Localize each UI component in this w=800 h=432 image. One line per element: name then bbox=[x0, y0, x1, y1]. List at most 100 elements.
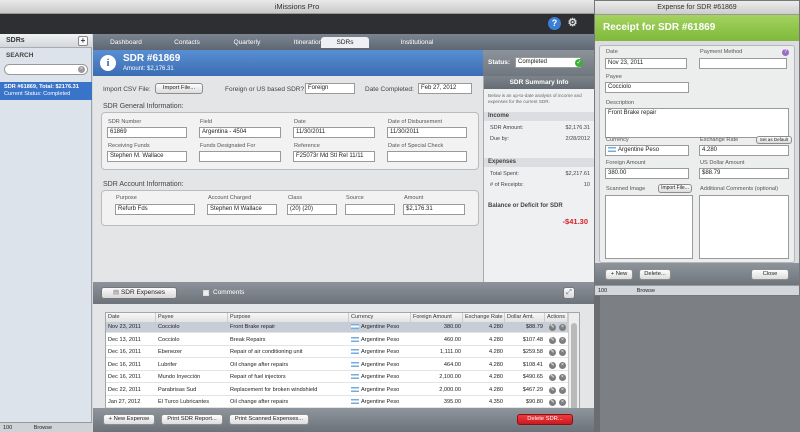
table-row[interactable]: Dec 16, 2011 Ebenezer Repair of air condit… bbox=[106, 347, 568, 358]
help-icon[interactable]: ? bbox=[548, 17, 561, 30]
exchange-rate-field[interactable]: 4.280 bbox=[699, 145, 789, 156]
col-dollar[interactable]: Dollar Amt. bbox=[505, 313, 545, 322]
set-default-button[interactable]: Set as Default bbox=[756, 136, 792, 144]
sdr-detail: i SDR #61869 Amount: $2,176.31 Status: C… bbox=[93, 50, 594, 432]
special-check-field[interactable] bbox=[387, 151, 467, 162]
col-rate[interactable]: Exchange Rate bbox=[463, 313, 505, 322]
table-row[interactable]: Dec 16, 2011 Mundo Inyección Repair of fue… bbox=[106, 372, 568, 383]
new-expense-button[interactable]: + New Expense bbox=[103, 414, 155, 425]
delete-icon[interactable]: × bbox=[559, 399, 566, 406]
tab-institutional[interactable]: Institutional bbox=[389, 37, 445, 48]
receiving-funds-field[interactable]: Stephen M. Wallace bbox=[107, 151, 187, 162]
source-field[interactable] bbox=[345, 204, 395, 215]
new-receipt-button[interactable]: + New bbox=[605, 269, 633, 280]
cell-value: Mundo Inyección bbox=[158, 374, 201, 380]
receipt-date-field[interactable]: Nov 23, 2011 bbox=[605, 58, 687, 69]
comments-checkbox-icon[interactable] bbox=[203, 290, 209, 296]
date-completed-field[interactable]: Feb 27, 2012 bbox=[418, 83, 472, 94]
tab-dashboard[interactable]: Dashboard bbox=[101, 37, 151, 48]
import-image-button[interactable]: Import File... bbox=[658, 184, 692, 193]
comments-field[interactable] bbox=[699, 195, 789, 259]
col-foreign[interactable]: Foreign Amount bbox=[411, 313, 463, 322]
delete-icon[interactable]: × bbox=[559, 386, 566, 394]
cell-value: Dec 16, 2011 bbox=[108, 374, 141, 380]
reference-field[interactable]: F25073r Md Stl Rel 11/11 bbox=[293, 151, 375, 162]
delete-sdr-button[interactable]: Delete SDR... bbox=[517, 414, 573, 425]
expand-icon[interactable]: ⤢ bbox=[563, 287, 575, 299]
purpose-field[interactable]: Refurb Fds bbox=[115, 204, 195, 215]
col-payee[interactable]: Payee bbox=[156, 313, 228, 322]
delete-icon[interactable]: × bbox=[559, 374, 566, 381]
zoom-level[interactable]: 100 bbox=[3, 425, 12, 431]
print-scanned-button[interactable]: Print Scanned Expenses... bbox=[229, 414, 309, 425]
balance-label: Balance or Deficit for SDR bbox=[488, 203, 563, 209]
col-purpose[interactable]: Purpose bbox=[228, 313, 349, 322]
delete-icon[interactable]: × bbox=[559, 336, 566, 344]
purpose-label: Purpose bbox=[116, 195, 137, 201]
date-field[interactable]: 11/30/2011 bbox=[293, 127, 375, 138]
edit-icon[interactable]: ✎ bbox=[549, 374, 556, 381]
expenses-title: Expenses bbox=[484, 158, 594, 167]
col-currency[interactable]: Currency bbox=[349, 313, 411, 322]
cell-currency: Argentine Peso bbox=[351, 385, 411, 396]
tab-quarterly[interactable]: Quarterly bbox=[223, 37, 271, 48]
cell-dollar: $107.48 bbox=[505, 335, 543, 346]
class-field[interactable]: (20) (20) bbox=[287, 204, 337, 215]
receipt-zoom-level[interactable]: 100 bbox=[598, 288, 607, 294]
help-icon[interactable]: ? bbox=[782, 49, 789, 56]
edit-icon[interactable]: ✎ bbox=[549, 399, 556, 406]
col-date[interactable]: Date bbox=[106, 313, 156, 322]
description-field[interactable]: Front Brake repair bbox=[605, 108, 789, 138]
account-charged-field[interactable]: Stephen M Wallace bbox=[207, 204, 277, 215]
currency-select[interactable]: Argentine Peso bbox=[605, 145, 689, 156]
delete-receipt-button[interactable]: Delete... bbox=[639, 269, 671, 280]
usd-amount-field[interactable]: $88.79 bbox=[699, 168, 789, 179]
edit-icon[interactable]: ✎ bbox=[549, 386, 556, 394]
close-button[interactable]: Close bbox=[751, 269, 789, 280]
print-sdr-button[interactable]: Print SDR Report... bbox=[161, 414, 223, 425]
reference-label: Reference bbox=[294, 143, 320, 149]
tab-contacts[interactable]: Contacts bbox=[163, 37, 211, 48]
sdr-number-field[interactable]: 61869 bbox=[107, 127, 187, 138]
add-sdr-button[interactable]: + bbox=[78, 36, 88, 46]
edit-icon[interactable]: ✎ bbox=[549, 324, 556, 331]
edit-icon[interactable]: ✎ bbox=[549, 336, 556, 344]
table-row[interactable]: Jan 27, 2012 El Turco Lubricantes Oil chan… bbox=[106, 397, 568, 408]
delete-icon[interactable]: × bbox=[559, 361, 566, 369]
foreign-select[interactable]: Foreign bbox=[305, 83, 355, 94]
cell-foreign: 1,111.00 bbox=[411, 347, 461, 358]
payee-field[interactable]: Cocciolo bbox=[605, 82, 689, 93]
cell-rate: 4.280 bbox=[463, 360, 503, 371]
cell-foreign: 2,100.00 bbox=[411, 372, 461, 383]
status-select[interactable]: Completed bbox=[515, 57, 581, 68]
delete-icon[interactable]: × bbox=[559, 324, 566, 331]
disbursement-field[interactable]: 11/30/2011 bbox=[387, 127, 467, 138]
browse-mode[interactable]: Browse bbox=[34, 425, 52, 431]
delete-icon[interactable]: × bbox=[559, 349, 566, 356]
scanned-image-well[interactable] bbox=[605, 195, 693, 259]
edit-icon[interactable]: ✎ bbox=[549, 361, 556, 369]
cell-value: $88.79 bbox=[525, 324, 543, 330]
amount-field[interactable]: $2,176.31 bbox=[403, 204, 465, 215]
tab-comments[interactable]: Comments bbox=[213, 289, 244, 296]
table-row[interactable]: Nov 23, 2011 Cocciolo Front Brake repair Ar… bbox=[106, 322, 568, 333]
funds-designated-field[interactable] bbox=[199, 151, 281, 162]
table-row[interactable]: Dec 16, 2011 Lubrifer Oil change after rep… bbox=[106, 360, 568, 371]
import-file-button[interactable]: Import File... bbox=[155, 83, 203, 94]
search-input[interactable]: × bbox=[4, 64, 88, 75]
edit-icon[interactable]: ✎ bbox=[549, 349, 556, 356]
currency-label: Currency bbox=[606, 137, 629, 143]
tab-sdr-expenses[interactable]: ▤ SDR Expenses bbox=[101, 287, 177, 299]
foreign-amount-field[interactable]: 380.00 bbox=[605, 168, 689, 179]
field-select[interactable]: Argentina - 4504 bbox=[199, 127, 281, 138]
receipt-browse-mode[interactable]: Browse bbox=[637, 288, 655, 294]
sidebar-item-selected[interactable]: SDR #61869, Total: $2176.31 Current Stat… bbox=[0, 82, 92, 100]
table-row[interactable]: Dec 13, 2011 Cocciolo Break Repairs Argenti… bbox=[106, 335, 568, 346]
payment-method-select[interactable] bbox=[699, 58, 787, 69]
general-info-title: SDR General Information: bbox=[103, 103, 184, 110]
gear-icon[interactable]: ⚙ bbox=[566, 17, 579, 30]
sdr-amount: Amount: $2,176.31 bbox=[123, 66, 174, 72]
clear-search-icon[interactable]: × bbox=[78, 66, 85, 73]
tab-sdrs[interactable]: SDRs bbox=[321, 37, 369, 48]
table-row[interactable]: Dec 22, 2011 Parabrisas Sud Replacement fo… bbox=[106, 385, 568, 396]
